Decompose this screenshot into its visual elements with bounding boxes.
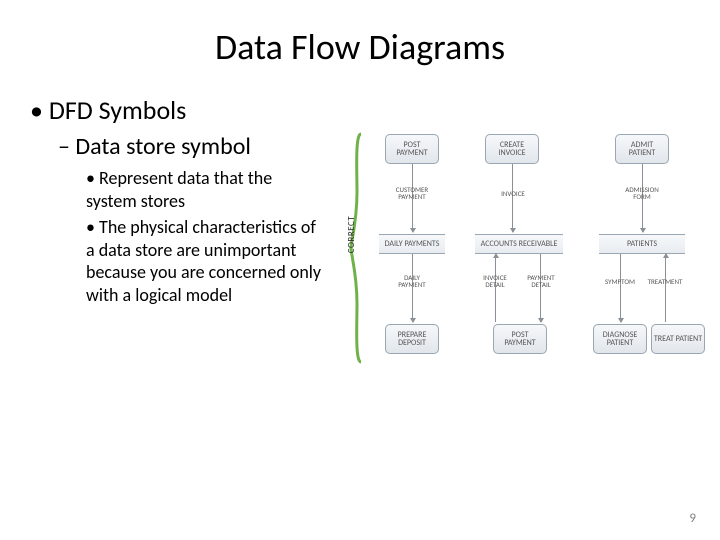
flow-invoice-detail: INVOICE DETAIL: [477, 274, 513, 289]
process-treat-patient: TREAT PATIENT: [651, 324, 705, 354]
dfd-diagram: CORRECT POST PAYMENT CREATE INVOICE ADMI…: [345, 124, 705, 384]
flow-customer-payment: CUSTOMER PAYMENT: [391, 186, 433, 201]
bullet-lvl3-a: Represent data that the system stores: [86, 167, 326, 212]
process-diagnose-patient: DIAGNOSE PATIENT: [593, 324, 647, 354]
datastore-daily-payments: DAILY PAYMENTS: [379, 234, 445, 254]
datastore-patients: PATIENTS: [599, 234, 685, 254]
flow-treatment: TREATMENT: [645, 278, 685, 285]
bullet-lvl2: Data store symbol: [58, 132, 330, 161]
content-row: DFD Symbols Data store symbol Represent …: [30, 94, 690, 384]
bullet-lvl1: DFD Symbols: [30, 94, 330, 126]
flow-symptom: SYMPTOM: [601, 278, 639, 285]
process-prepare-deposit: PREPARE DEPOSIT: [385, 324, 439, 354]
slide: Data Flow Diagrams DFD Symbols Data stor…: [0, 0, 720, 540]
process-admit-patient: ADMIT PATIENT: [615, 134, 669, 164]
page-number: 9: [689, 511, 696, 526]
arrow-icon: [512, 164, 513, 232]
correct-label: CORRECT: [346, 216, 357, 253]
bullet-lvl3-b: The physical characteristics of a data s…: [86, 216, 326, 306]
process-post-payment-bot: POST PAYMENT: [493, 324, 547, 354]
text-column: DFD Symbols Data store symbol Represent …: [30, 94, 330, 384]
flow-payment-detail: PAYMENT DETAIL: [523, 274, 559, 289]
arrow-icon: [665, 254, 666, 322]
arrow-icon: [620, 254, 621, 322]
process-create-invoice: CREATE INVOICE: [485, 134, 539, 164]
slide-title: Data Flow Diagrams: [30, 25, 690, 69]
datastore-accounts-receivable: ACCOUNTS RECEIVABLE: [475, 234, 563, 254]
flow-invoice: INVOICE: [495, 190, 531, 197]
process-post-payment-top: POST PAYMENT: [385, 134, 439, 164]
flow-admission-form: ADMISSION FORM: [621, 186, 663, 201]
bullet-list: DFD Symbols Data store symbol Represent …: [30, 94, 330, 306]
figure-column: CORRECT POST PAYMENT CREATE INVOICE ADMI…: [345, 94, 705, 384]
flow-daily-payment: DAILY PAYMENT: [391, 274, 433, 289]
